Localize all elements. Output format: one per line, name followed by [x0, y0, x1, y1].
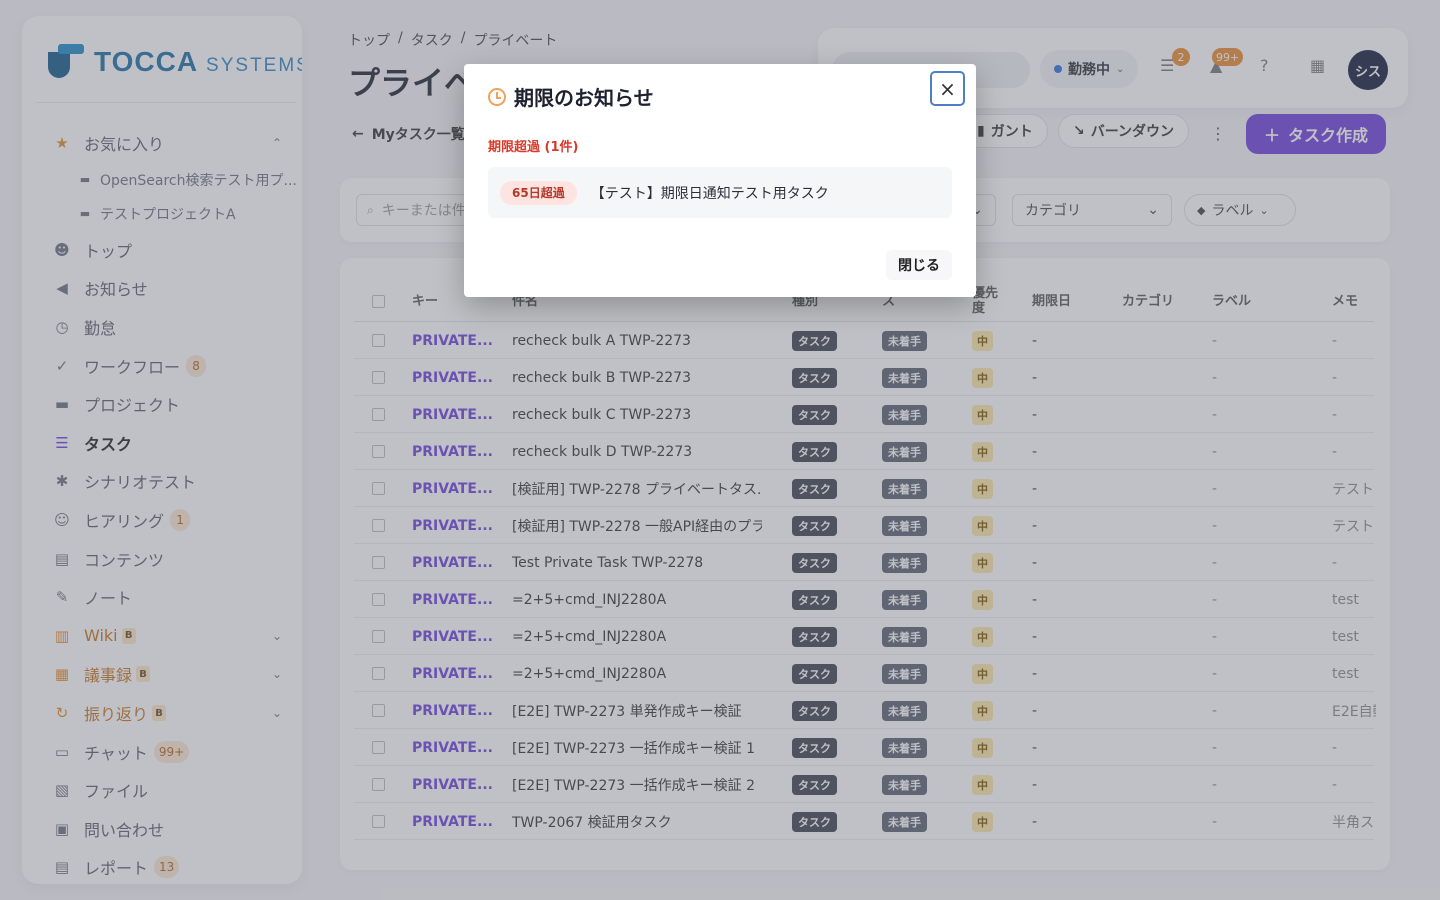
overdue-task-item[interactable]: 65日超過 【テスト】期限日通知テスト用タスク — [488, 167, 952, 218]
close-icon[interactable]: × — [930, 71, 965, 106]
close-button[interactable]: 閉じる — [886, 250, 952, 280]
overdue-days-badge: 65日超過 — [500, 180, 577, 205]
dialog-title: 期限のお知らせ — [488, 82, 654, 111]
deadline-notice-dialog: 期限のお知らせ × 期限超過 (1件) 65日超過 【テスト】期限日通知テスト用… — [464, 64, 976, 297]
overdue-section-label: 期限超過 (1件) — [488, 140, 579, 155]
overdue-task-name: 【テスト】期限日通知テスト用タスク — [590, 185, 829, 202]
clock-icon — [488, 87, 506, 106]
